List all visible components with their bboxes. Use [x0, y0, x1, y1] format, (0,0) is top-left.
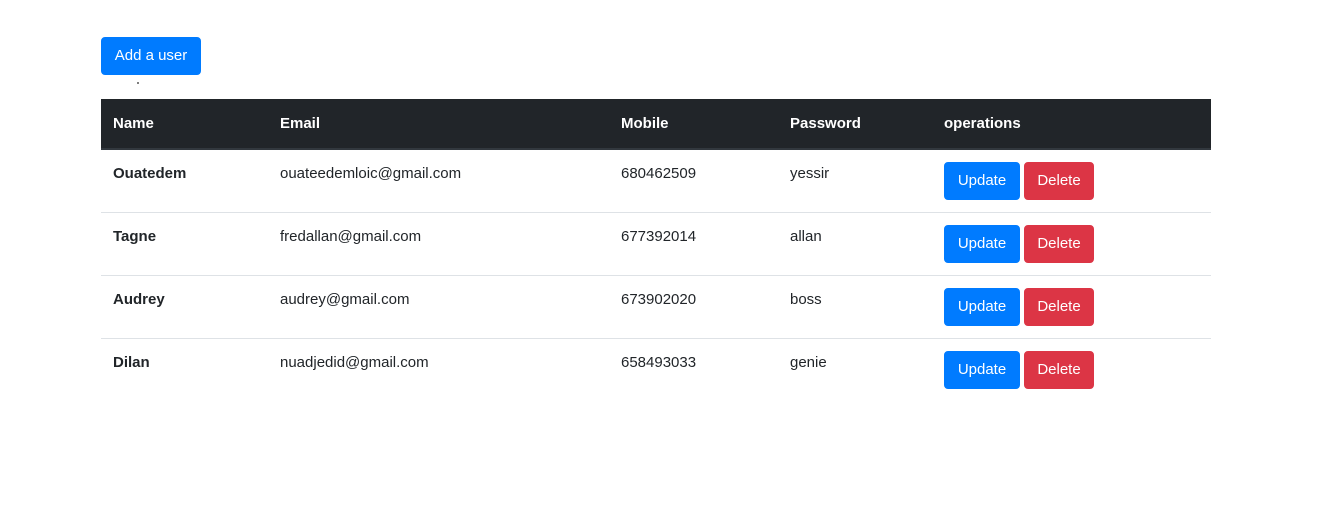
cell-mobile: 680462509	[621, 165, 697, 182]
header-email: Email	[268, 99, 609, 150]
update-button[interactable]: Update	[944, 224, 1020, 263]
delete-button[interactable]: Delete	[1024, 162, 1094, 200]
cell-operations: Update Delete	[932, 211, 1211, 275]
page: Add a user Name Email Mobile Password op…	[0, 0, 1324, 520]
delete-button[interactable]: Delete	[1024, 224, 1094, 263]
cell-name: Audrey	[101, 274, 268, 338]
update-button[interactable]: Update	[944, 350, 1020, 389]
cell-password: boss	[778, 274, 932, 338]
cell-email: audrey@gmail.com	[268, 274, 609, 338]
users-table: Name Email Mobile Password operations Ou…	[101, 99, 1211, 401]
cell-email: ouateedemloic@gmail.com	[280, 165, 462, 182]
cell-mobile: 677392014	[609, 211, 778, 275]
cell-password: genie	[778, 337, 932, 401]
update-button[interactable]: Update	[944, 287, 1020, 326]
add-user-button[interactable]: Add a user	[101, 37, 201, 75]
delete-button[interactable]: Delete	[1024, 350, 1094, 389]
table-body: Ouatedem ouateedemloic@gmail.com 6804625…	[101, 149, 1211, 401]
header-password: Password	[778, 99, 932, 150]
update-button[interactable]: Update	[944, 162, 1020, 200]
header-operations: operations	[932, 99, 1211, 150]
cell-email: nuadjedid@gmail.com	[268, 337, 609, 401]
cell-password: allan	[778, 211, 932, 275]
cell-mobile: 658493033	[609, 337, 778, 401]
table-row: Ouatedem ouateedemloic@gmail.com 6804625…	[101, 149, 1211, 212]
table-header-row: Name Email Mobile Password operations	[101, 99, 1211, 150]
cell-operations: Update Delete	[932, 337, 1211, 401]
cell-password: yessir	[790, 165, 830, 182]
delete-button[interactable]: Delete	[1024, 287, 1094, 326]
table-row: Audrey audrey@gmail.com 673902020 boss U…	[101, 274, 1211, 338]
table-row: Tagne fredallan@gmail.com 677392014 alla…	[101, 211, 1211, 275]
header-name: Name	[101, 99, 268, 150]
cell-name: Ouatedem	[113, 165, 187, 182]
stray-dot	[137, 82, 139, 84]
table-row: Dilan nuadjedid@gmail.com 658493033 geni…	[101, 337, 1211, 401]
header-mobile: Mobile	[609, 99, 778, 150]
cell-mobile: 673902020	[609, 274, 778, 338]
cell-operations: Update Delete	[932, 149, 1211, 212]
cell-name: Dilan	[101, 337, 268, 401]
cell-email: fredallan@gmail.com	[268, 211, 609, 275]
cell-operations: Update Delete	[932, 274, 1211, 338]
cell-name: Tagne	[101, 211, 268, 275]
table-header: Name Email Mobile Password operations	[101, 99, 1211, 150]
